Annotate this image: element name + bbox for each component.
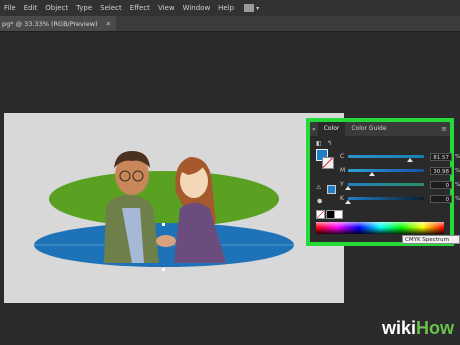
artboard[interactable] (4, 113, 344, 303)
stroke-swatch[interactable] (322, 157, 334, 169)
wikihow-watermark: wikiHow (382, 318, 454, 339)
swap-colors-icon[interactable]: ↰ (327, 140, 332, 147)
channel-unit: % (455, 181, 460, 188)
slider-thumb[interactable] (345, 186, 351, 190)
channel-row-y: Y 0 % (340, 180, 460, 190)
channel-slider[interactable] (348, 169, 424, 176)
channel-slider[interactable] (345, 183, 424, 190)
watermark-part-2: How (416, 318, 454, 338)
artwork-illustration (34, 151, 294, 271)
menu-select[interactable]: Select (96, 4, 126, 12)
spectrum-tooltip: CMYK Spectrum (402, 235, 460, 244)
color-panel-tabs: « Color Color Guide (310, 122, 450, 136)
slider-thumb[interactable] (406, 158, 413, 162)
channel-value-field[interactable]: 81.57 (430, 152, 452, 161)
slider-thumb[interactable] (368, 172, 375, 176)
menu-view[interactable]: View (154, 4, 179, 12)
menu-help[interactable]: Help (214, 4, 238, 12)
tab-color[interactable]: Color (317, 122, 346, 136)
channel-value-field[interactable]: 30.98 (430, 166, 452, 175)
default-colors-icon[interactable]: ◧ (316, 140, 322, 147)
watermark-part-1: wiki (381, 318, 416, 338)
character-boy (104, 151, 159, 263)
color-panel: « Color Color Guide ≡ ◧ ↰ ⚠ ⬢ C 81.57 % … (306, 118, 460, 246)
channel-unit: % (455, 195, 460, 202)
menu-window[interactable]: Window (179, 4, 215, 12)
channel-unit: % (455, 153, 460, 160)
channel-slider[interactable] (348, 155, 424, 162)
document-tab[interactable]: pg* @ 33.33% (RGB/Preview) ✕ (0, 16, 116, 31)
menu-effect[interactable]: Effect (126, 4, 154, 12)
chevron-down-icon[interactable]: ▾ (256, 5, 259, 12)
channel-value-field[interactable]: 0 (430, 180, 452, 189)
panel-menu-icon[interactable]: ≡ (441, 125, 447, 133)
document-tab-title: pg* @ 33.33% (RGB/Preview) (2, 19, 98, 28)
white-swatch[interactable] (334, 210, 343, 219)
menu-file[interactable]: File (0, 4, 20, 12)
gamut-swatch[interactable] (327, 185, 336, 194)
channel-label: M (340, 167, 346, 174)
channel-unit: % (455, 167, 460, 174)
out-of-gamut-icon[interactable]: ⚠ (316, 184, 321, 191)
channel-slider[interactable] (345, 197, 424, 204)
slider-thumb[interactable] (345, 200, 351, 204)
document-tab-bar: pg* @ 33.33% (RGB/Preview) ✕ (0, 16, 460, 32)
tab-color-guide[interactable]: Color Guide (345, 122, 392, 136)
menu-type[interactable]: Type (72, 4, 96, 12)
menu-bar: File Edit Object Type Select Effect View… (0, 0, 460, 16)
close-icon[interactable]: ✕ (106, 20, 111, 28)
menu-object[interactable]: Object (41, 4, 72, 12)
collapse-icon[interactable]: « (310, 126, 318, 133)
none-swatch[interactable] (316, 210, 325, 219)
channel-row-c: C 81.57 % (340, 152, 460, 162)
cube-icon[interactable]: ⬢ (317, 198, 322, 205)
color-spectrum-bar[interactable] (316, 222, 444, 234)
menu-edit[interactable]: Edit (20, 4, 42, 12)
channel-row-k: K 0 % (340, 194, 460, 204)
workspace-switcher-icon[interactable] (244, 4, 255, 12)
green-ellipse (49, 171, 279, 227)
channel-value-field[interactable]: 0 (430, 194, 452, 203)
channel-label: C (340, 153, 345, 160)
channel-row-m: M 30.98 % (340, 166, 460, 176)
